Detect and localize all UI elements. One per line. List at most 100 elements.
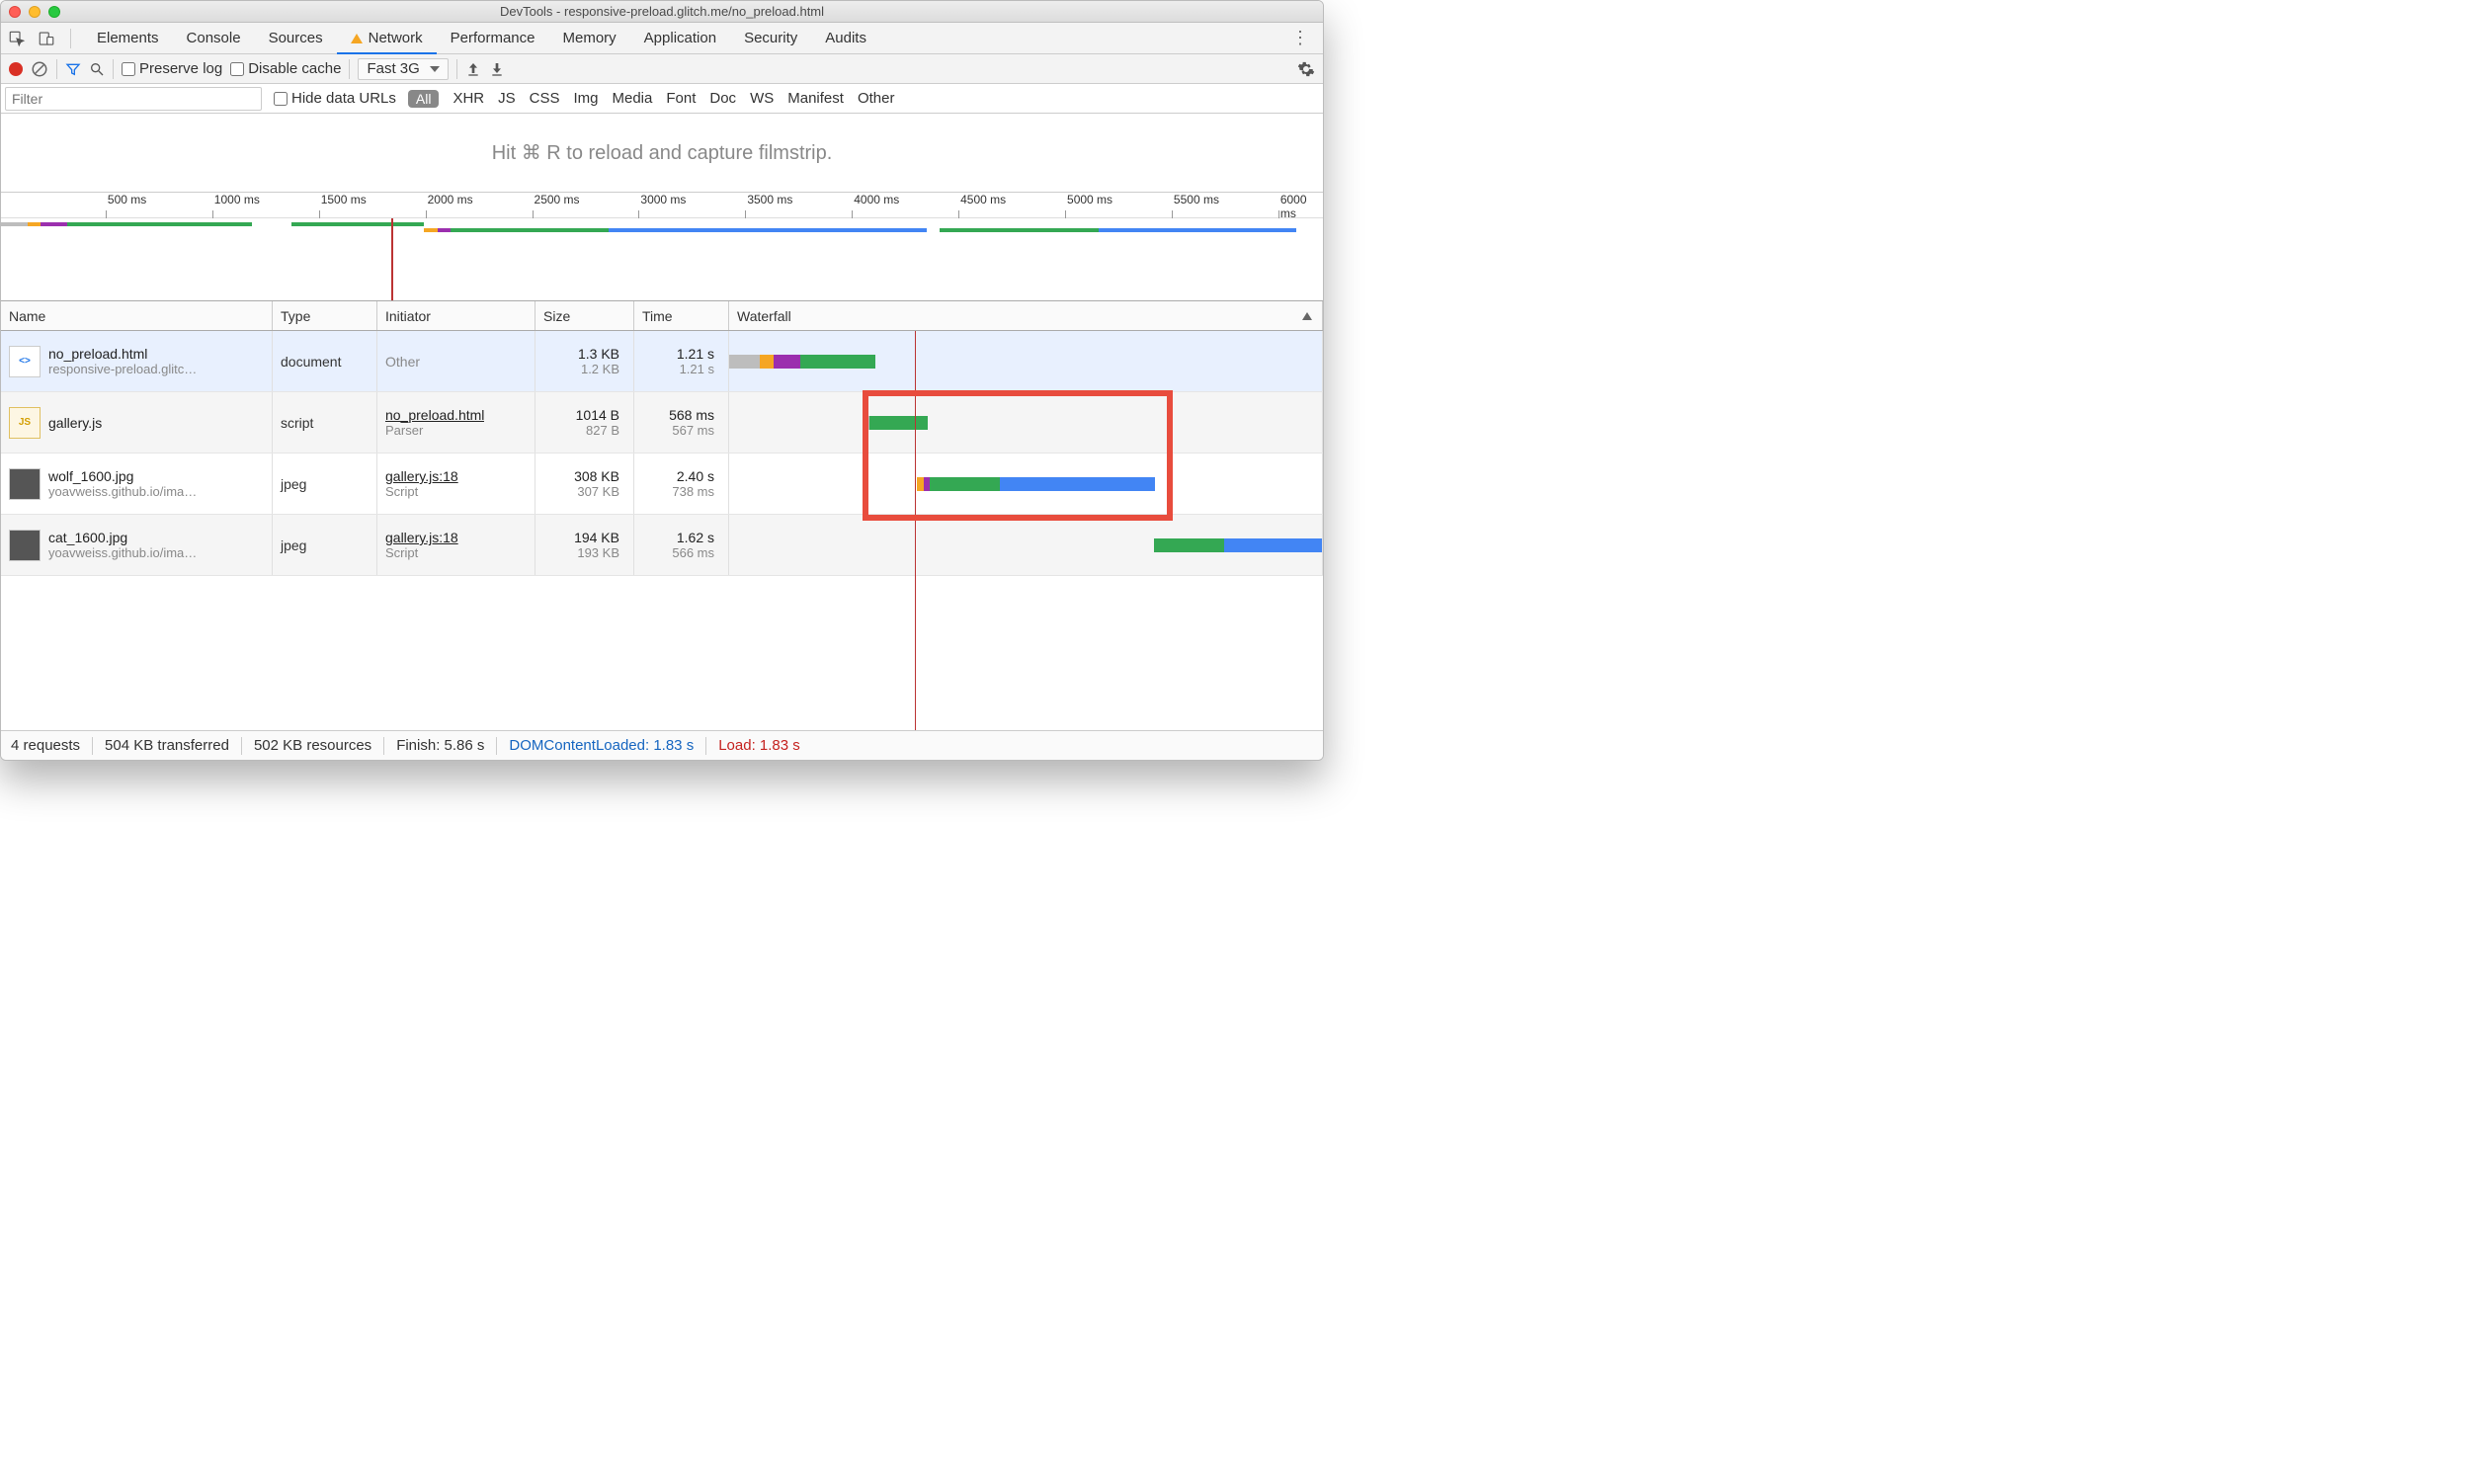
waterfall-segment (729, 355, 760, 369)
request-type: document (273, 331, 377, 391)
overview-segment (424, 228, 437, 232)
tab-audits[interactable]: Audits (811, 23, 880, 53)
toggle-device-icon[interactable] (35, 27, 58, 50)
request-row[interactable]: cat_1600.jpgyoavweiss.github.io/ima…jpeg… (1, 515, 1323, 576)
tab-application[interactable]: Application (630, 23, 730, 53)
request-name: gallery.js (48, 415, 264, 431)
tick-label: 500 ms (108, 193, 146, 206)
search-icon[interactable] (89, 61, 105, 77)
tick-label: 3000 ms (640, 193, 686, 206)
overview-segment (1, 222, 28, 226)
request-initiator[interactable]: no_preload.html (385, 407, 484, 423)
separator (70, 29, 71, 48)
waterfall-cell[interactable] (729, 392, 1323, 453)
waterfall-segment (1154, 538, 1225, 552)
header-waterfall[interactable]: Waterfall (729, 301, 1323, 330)
throttling-dropdown[interactable]: Fast 3G (358, 58, 448, 80)
waterfall-cell[interactable] (729, 453, 1323, 514)
hide-data-urls-checkbox[interactable]: Hide data URLs (274, 90, 396, 107)
request-size: 194 KB193 KB (535, 515, 634, 575)
request-initiator[interactable]: gallery.js:18 (385, 468, 458, 484)
filter-bar: Hide data URLs All XHR JS CSS Img Media Font Do… (1, 84, 1323, 114)
request-size: 1014 B827 B (535, 392, 634, 453)
overview-segment (41, 222, 67, 226)
filter-cat-other[interactable]: Other (858, 90, 895, 107)
filter-cat-manifest[interactable]: Manifest (787, 90, 844, 107)
filter-cat-all[interactable]: All (408, 90, 440, 108)
load-event-line (391, 218, 393, 300)
request-row[interactable]: JSgallery.jsscriptno_preload.htmlParser1… (1, 392, 1323, 453)
tab-performance[interactable]: Performance (437, 23, 549, 53)
request-initiator: Other (385, 354, 420, 370)
tick-label: 1500 ms (321, 193, 367, 206)
waterfall-segment (760, 355, 773, 369)
tab-elements[interactable]: Elements (83, 23, 173, 53)
filter-input[interactable] (5, 87, 262, 111)
panel-tabs-bar: ElementsConsoleSourcesNetworkPerformance… (1, 23, 1323, 54)
settings-gear-icon[interactable] (1297, 60, 1315, 78)
filmstrip-hint: Hit ⌘ R to reload and capture filmstrip. (1, 114, 1323, 193)
filter-cat-doc[interactable]: Doc (709, 90, 736, 107)
status-bar: 4 requests 504 KB transferred 502 KB res… (1, 730, 1323, 760)
more-options-icon[interactable]: ⋮ (1281, 28, 1319, 48)
waterfall-cell[interactable] (729, 331, 1323, 391)
request-name: cat_1600.jpg (48, 530, 264, 545)
tab-console[interactable]: Console (173, 23, 255, 53)
filter-cat-ws[interactable]: WS (750, 90, 774, 107)
filter-cat-font[interactable]: Font (666, 90, 696, 107)
status-load: Load: 1.83 s (718, 737, 800, 754)
inspect-element-icon[interactable] (5, 27, 29, 50)
upload-har-icon[interactable] (465, 61, 481, 77)
record-button[interactable] (9, 62, 23, 76)
network-toolbar: Preserve log Disable cache Fast 3G (1, 54, 1323, 84)
request-initiator[interactable]: gallery.js:18 (385, 530, 458, 545)
status-resources: 502 KB resources (254, 737, 371, 754)
overview-segment (291, 222, 424, 226)
image-icon (9, 530, 41, 561)
waterfall-cell[interactable] (729, 515, 1323, 575)
tick-label: 4500 ms (960, 193, 1006, 206)
filter-cat-xhr[interactable]: XHR (453, 90, 484, 107)
requests-grid: Name Type Initiator Size Time Waterfall … (1, 301, 1323, 730)
tab-network[interactable]: Network (337, 23, 437, 53)
header-type[interactable]: Type (273, 301, 377, 330)
tab-security[interactable]: Security (730, 23, 811, 53)
request-time: 2.40 s738 ms (634, 453, 729, 514)
filter-cat-media[interactable]: Media (613, 90, 653, 107)
overview-segment (67, 222, 252, 226)
request-row[interactable]: <> no_preload.htmlresponsive-preload.glit… (1, 331, 1323, 392)
clear-button[interactable] (31, 60, 48, 78)
waterfall-segment (800, 355, 875, 369)
request-time: 1.62 s566 ms (634, 515, 729, 575)
download-har-icon[interactable] (489, 61, 505, 77)
devtools-window: DevTools - responsive-preload.glitch.me/… (0, 0, 1324, 761)
chevron-down-icon (430, 66, 440, 72)
initiator-type: Script (385, 545, 418, 560)
tick-label: 4000 ms (854, 193, 899, 206)
request-name: no_preload.html (48, 346, 264, 362)
request-time: 568 ms567 ms (634, 392, 729, 453)
document-icon: <> (9, 346, 41, 377)
filter-cat-js[interactable]: JS (498, 90, 516, 107)
status-domcontentloaded: DOMContentLoaded: 1.83 s (509, 737, 694, 754)
preserve-log-checkbox[interactable]: Preserve log (122, 60, 222, 77)
header-size[interactable]: Size (535, 301, 634, 330)
window-title: DevTools - responsive-preload.glitch.me/… (1, 4, 1323, 19)
header-name[interactable]: Name (1, 301, 273, 330)
tab-sources[interactable]: Sources (255, 23, 337, 53)
header-time[interactable]: Time (634, 301, 729, 330)
filter-cat-css[interactable]: CSS (530, 90, 560, 107)
header-initiator[interactable]: Initiator (377, 301, 535, 330)
warning-icon (351, 34, 363, 43)
initiator-type: Parser (385, 423, 423, 438)
filter-cat-img[interactable]: Img (573, 90, 598, 107)
overview-segment (1099, 228, 1297, 232)
tick-label: 3500 ms (747, 193, 792, 206)
tab-memory[interactable]: Memory (549, 23, 630, 53)
filter-toggle-icon[interactable] (65, 61, 81, 77)
request-domain: responsive-preload.glitc… (48, 362, 264, 376)
column-headers: Name Type Initiator Size Time Waterfall (1, 301, 1323, 331)
timeline-overview[interactable]: 500 ms1000 ms1500 ms2000 ms2500 ms3000 m… (1, 193, 1323, 301)
disable-cache-checkbox[interactable]: Disable cache (230, 60, 341, 77)
request-row[interactable]: wolf_1600.jpgyoavweiss.github.io/ima…jpe… (1, 453, 1323, 515)
